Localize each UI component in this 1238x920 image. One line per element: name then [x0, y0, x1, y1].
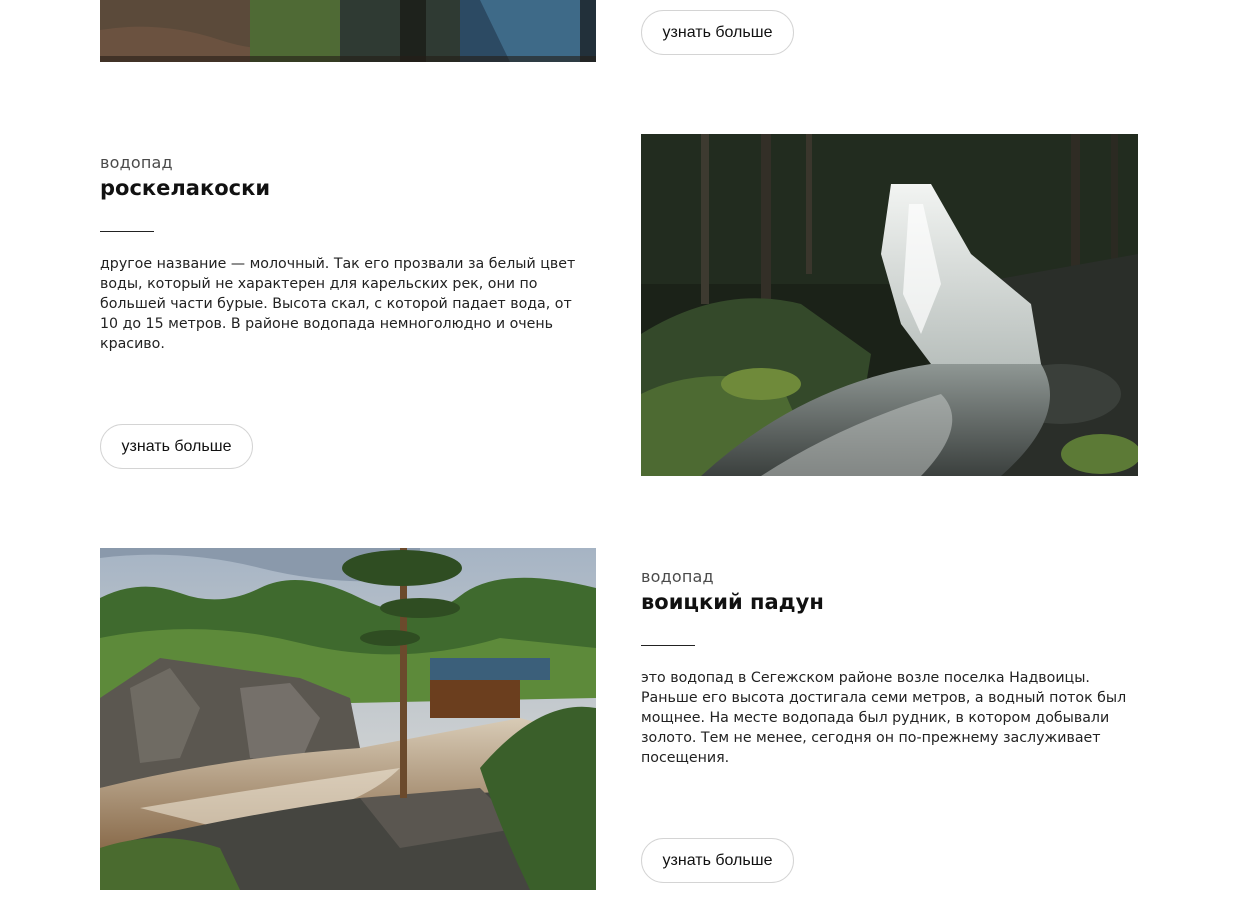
- card-eyebrow: водопад: [100, 153, 173, 172]
- card-image-waterfall: [641, 134, 1138, 476]
- card-image-rapids: [100, 548, 596, 890]
- card-text-roskelakoski: водопад роскелакоски другое название — м…: [100, 153, 600, 354]
- card-description: это водопад в Сегежском районе возле пос…: [641, 670, 1127, 766]
- card-text-voitsky-padun: водопад воицкий падун это водопад в Сеге…: [641, 567, 1141, 768]
- card-title: роскелакоски: [100, 176, 271, 200]
- learn-more-button[interactable]: узнать больше: [641, 10, 794, 55]
- learn-more-button[interactable]: узнать больше: [641, 838, 794, 883]
- card-description: другое название — молочный. Так его проз…: [100, 256, 576, 352]
- learn-more-button[interactable]: узнать больше: [100, 424, 253, 469]
- card-image-forest-stream: [100, 0, 596, 62]
- divider: [641, 645, 695, 646]
- card-title: воицкий падун: [641, 590, 824, 614]
- card-eyebrow: водопад: [641, 567, 714, 586]
- divider: [100, 231, 154, 232]
